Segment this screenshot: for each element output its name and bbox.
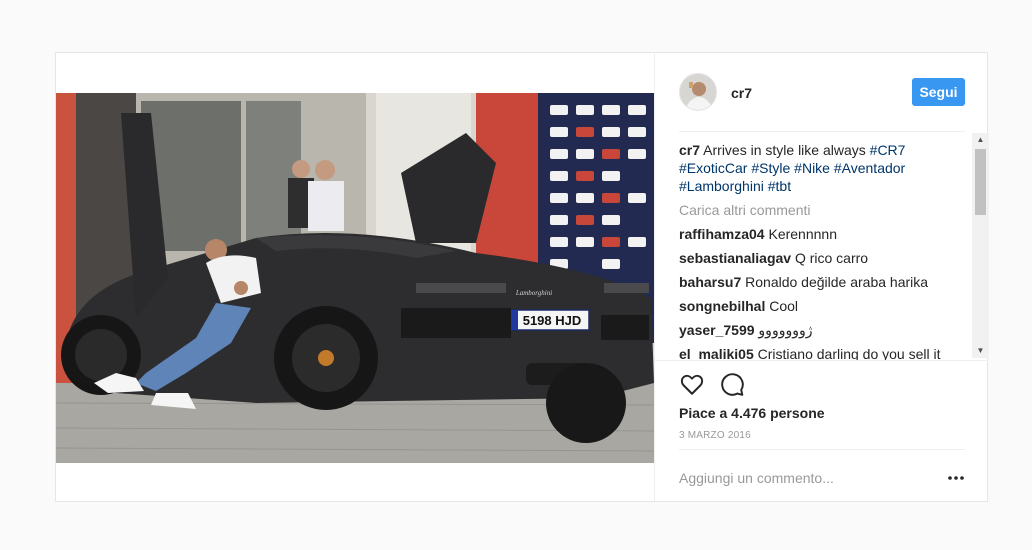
comment-text: Cristiano darling do you sell it bbox=[757, 346, 941, 361]
comment-username[interactable]: el_maliki05 bbox=[679, 346, 754, 361]
car-badge-text: Lamborghini bbox=[515, 289, 552, 297]
comment-item: el_maliki05 Cristiano darling do you sel… bbox=[679, 345, 969, 361]
post-sidebar: cr7 Segui cr7 Arrives in style like alwa… bbox=[654, 53, 989, 501]
comment-item: sebastianaliagav Q rico carro bbox=[679, 249, 969, 267]
hashtag[interactable]: #Style bbox=[751, 160, 790, 176]
comment-username[interactable]: songnebilhal bbox=[679, 298, 765, 314]
comment-username[interactable]: baharsu7 bbox=[679, 274, 741, 290]
load-more-comments[interactable]: Carica altri commenti bbox=[679, 201, 969, 219]
comment-item: yaser_7599 ژووووووو bbox=[679, 321, 969, 339]
comment-item: baharsu7 Ronaldo değilde araba harika bbox=[679, 273, 969, 291]
comment-text: ژووووووو bbox=[758, 322, 813, 338]
header-divider bbox=[679, 131, 965, 132]
follow-button[interactable]: Segui bbox=[912, 78, 965, 106]
post-photo[interactable]: 5198 HJD Lamborghini bbox=[56, 93, 654, 463]
photo-area: 5198 HJD Lamborghini bbox=[56, 53, 654, 501]
caption: cr7 Arrives in style like always #CR7 #E… bbox=[679, 141, 969, 195]
hashtag[interactable]: #Lamborghini bbox=[679, 178, 764, 194]
caption-username[interactable]: cr7 bbox=[679, 142, 700, 158]
post-card: 5198 HJD Lamborghini cr7 Segui cr7 Arriv… bbox=[55, 52, 989, 502]
comment-text: Q rico carro bbox=[794, 250, 869, 266]
comment-username[interactable]: yaser_7599 bbox=[679, 322, 755, 338]
hashtag[interactable]: #Nike bbox=[794, 160, 830, 176]
comment-username[interactable]: raffihamza04 bbox=[679, 226, 765, 242]
scroll-down-arrow-icon[interactable]: ▼ bbox=[972, 344, 989, 358]
comment-item: raffihamza04 Kerennnnn bbox=[679, 225, 969, 243]
heart-icon[interactable] bbox=[679, 371, 705, 397]
more-options-icon[interactable] bbox=[947, 471, 965, 483]
hashtag[interactable]: #ExoticCar bbox=[679, 160, 747, 176]
add-comment-input[interactable] bbox=[679, 467, 929, 489]
caption-text: Arrives in style like always bbox=[703, 142, 866, 158]
comment-text: Ronaldo değilde araba harika bbox=[745, 274, 929, 290]
post-header: cr7 Segui bbox=[655, 53, 988, 131]
comment-bubble-icon[interactable] bbox=[719, 371, 745, 397]
comments-list: cr7 Arrives in style like always #CR7 #E… bbox=[679, 141, 969, 361]
scroll-up-arrow-icon[interactable]: ▲ bbox=[972, 133, 989, 147]
likes-count[interactable]: Piace a 4.476 persone bbox=[679, 405, 825, 421]
comment-text: Kerennnnn bbox=[768, 226, 837, 242]
comments-scrollbar[interactable]: ▲ ▼ bbox=[972, 133, 989, 358]
comment-item: songnebilhal Cool bbox=[679, 297, 969, 315]
username[interactable]: cr7 bbox=[731, 85, 752, 101]
avatar[interactable] bbox=[679, 73, 717, 111]
hashtag[interactable]: #tbt bbox=[768, 178, 791, 194]
scrollbar-thumb[interactable] bbox=[975, 149, 986, 215]
section-divider bbox=[655, 360, 988, 361]
license-plate-text: 5198 HJD bbox=[523, 313, 582, 328]
post-date: 3 MARZO 2016 bbox=[679, 430, 751, 441]
comment-text: Cool bbox=[769, 298, 799, 314]
hashtag[interactable]: #CR7 bbox=[870, 142, 906, 158]
hashtag[interactable]: #Aventador bbox=[834, 160, 905, 176]
input-divider bbox=[679, 449, 965, 450]
comment-username[interactable]: sebastianaliagav bbox=[679, 250, 791, 266]
